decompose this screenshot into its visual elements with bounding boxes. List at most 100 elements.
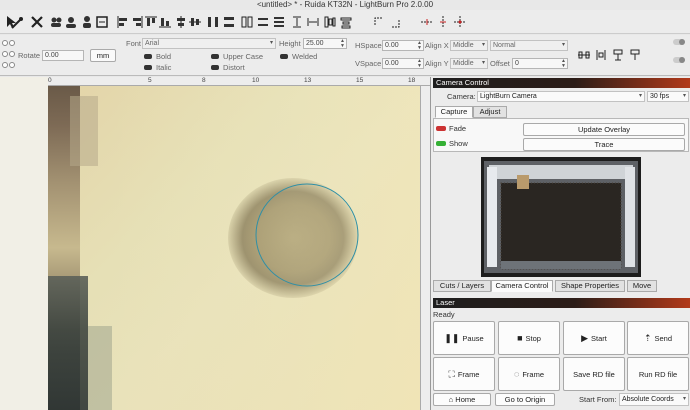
tab-camera-control[interactable]: Camera Control: [491, 280, 553, 292]
node-connect-icon[interactable]: [594, 48, 608, 62]
stop-button[interactable]: ■ Stop: [498, 321, 560, 355]
ruler-tick: 8: [202, 77, 206, 84]
align-center-h-icon[interactable]: [174, 15, 188, 29]
origin-radio-mr[interactable]: [9, 51, 15, 57]
workspace-canvas[interactable]: 0 5 8 10 13 15 18 8 10 13 15 18 20: [0, 77, 430, 410]
units-button[interactable]: mm: [90, 49, 116, 62]
center-h-icon[interactable]: [420, 15, 434, 29]
tools-icon[interactable]: [30, 15, 44, 29]
tab-adjust[interactable]: Adjust: [473, 106, 507, 118]
toggle-switch-icon[interactable]: [672, 35, 686, 49]
align-top-icon[interactable]: [144, 15, 158, 29]
spinner-icon[interactable]: ▲ ▼: [417, 59, 422, 68]
width-dist-icon[interactable]: [306, 15, 320, 29]
move-together-icon[interactable]: [222, 15, 236, 29]
spinner-icon[interactable]: ▲ ▼: [561, 59, 566, 68]
tab-move[interactable]: Move: [627, 280, 657, 292]
fps-select[interactable]: 30 fps ▾: [647, 91, 689, 102]
send-button[interactable]: ⇡ Send: [627, 321, 689, 355]
node-align-icon[interactable]: [577, 48, 591, 62]
window-title: <untitled> * - Ruida KT32N - LightBurn P…: [256, 0, 434, 9]
edit-nodes-icon[interactable]: [10, 16, 24, 30]
toggle-switch-icon[interactable]: [672, 53, 686, 67]
fade-toggle[interactable]: [436, 126, 446, 131]
group-icon[interactable]: [49, 15, 63, 29]
show-label: Show: [449, 139, 468, 148]
settings-icon[interactable]: [95, 15, 109, 29]
origin-radio-ml[interactable]: [2, 51, 8, 57]
save-rd-button[interactable]: Save RD file: [563, 357, 625, 391]
spinner-icon[interactable]: ▲ ▼: [417, 41, 422, 50]
user-icon[interactable]: [80, 15, 94, 29]
aligny-dropdown[interactable]: Middle ▾: [450, 58, 488, 69]
circular-frame-button[interactable]: ◌ Frame: [498, 357, 560, 391]
mirror-icon[interactable]: [256, 15, 270, 29]
chevron-down-icon: ▾: [481, 60, 485, 66]
tab-capture[interactable]: Capture: [435, 106, 473, 118]
italic-toggle[interactable]: [144, 65, 152, 70]
ungroup-icon[interactable]: [64, 15, 78, 29]
upper-case-toggle[interactable]: [211, 54, 219, 59]
tab-cuts-layers[interactable]: Cuts / Layers: [433, 280, 491, 292]
run-rd-button[interactable]: Run RD file: [627, 357, 689, 391]
frame-button[interactable]: ⛶ Frame: [433, 357, 495, 391]
origin-radio-bl[interactable]: [2, 62, 8, 68]
start-from-label: Start From:: [579, 395, 617, 404]
bars-v-icon[interactable]: [339, 15, 353, 29]
node-break-icon[interactable]: [611, 48, 625, 62]
height-dist-icon[interactable]: [290, 15, 304, 29]
welded-toggle[interactable]: [280, 54, 288, 59]
chevron-down-icon: ▾: [561, 42, 565, 48]
alignx-dropdown[interactable]: Middle ▾: [450, 40, 488, 51]
height-field[interactable]: 25.00 ▲ ▼: [303, 38, 347, 49]
stop-icon: ■: [517, 333, 523, 343]
center-v-icon[interactable]: [436, 15, 450, 29]
rotate-field[interactable]: 0.00: [42, 50, 84, 61]
corner-br-icon[interactable]: [388, 15, 402, 29]
tab-shape-properties[interactable]: Shape Properties: [555, 280, 625, 292]
node-smooth-icon[interactable]: [628, 48, 642, 62]
update-overlay-button[interactable]: Update Overlay: [523, 123, 685, 136]
home-button[interactable]: ⌂ Home: [433, 393, 491, 406]
origin-radio-tr[interactable]: [9, 40, 15, 46]
origin-radio-br[interactable]: [9, 62, 15, 68]
pause-button[interactable]: ❚❚ Pause: [433, 321, 495, 355]
start-from-select[interactable]: Absolute Coords ▾: [619, 393, 689, 406]
offset-field[interactable]: 0 ▲ ▼: [512, 58, 568, 69]
rotate-label: Rotate: [18, 51, 41, 60]
ruler-tick: 0: [48, 77, 52, 84]
align-bottom-icon[interactable]: [158, 15, 172, 29]
ruler-tick: 10: [252, 77, 260, 84]
font-dropdown[interactable]: Arial ▾: [142, 38, 276, 49]
align-left-icon[interactable]: [116, 15, 130, 29]
align-right-icon[interactable]: [130, 15, 144, 29]
start-button[interactable]: ▶ Start: [563, 321, 625, 355]
bold-toggle[interactable]: [144, 54, 152, 59]
alignx-label: Align X: [425, 41, 449, 50]
size-same-icon[interactable]: [240, 15, 254, 29]
show-toggle[interactable]: [436, 141, 446, 146]
distort-toggle[interactable]: [211, 65, 219, 70]
align-center-v-icon[interactable]: [188, 15, 202, 29]
text-mode-dropdown[interactable]: Normal ▾: [490, 40, 568, 51]
arrange-icon[interactable]: [272, 15, 286, 29]
preview-top-rail: [489, 165, 633, 179]
center-page-icon[interactable]: [453, 15, 467, 29]
ruler-top: 0 5 8 10 13 15 18: [48, 77, 430, 86]
origin-radio-tl[interactable]: [2, 40, 8, 46]
home-icon: ⌂: [448, 395, 454, 404]
bold-label: Bold: [156, 52, 172, 61]
trace-button[interactable]: Trace: [523, 138, 685, 151]
go-to-origin-button[interactable]: Go to Origin: [495, 393, 555, 406]
height-value: 25.00: [306, 40, 324, 47]
circle-shape[interactable]: [255, 183, 359, 287]
hspace-field[interactable]: 0.00 ▲ ▼: [382, 40, 424, 51]
vspace-field[interactable]: 0.00 ▲ ▼: [382, 58, 424, 69]
spinner-icon[interactable]: ▲ ▼: [340, 39, 345, 48]
camera-value: LightBurn Camera: [480, 93, 537, 100]
distort-label: Distort: [223, 63, 245, 72]
corner-tl-icon[interactable]: [372, 15, 386, 29]
distribute-icon[interactable]: [206, 15, 220, 29]
bars-h-icon[interactable]: [323, 15, 337, 29]
camera-select[interactable]: LightBurn Camera ▾: [477, 91, 645, 102]
